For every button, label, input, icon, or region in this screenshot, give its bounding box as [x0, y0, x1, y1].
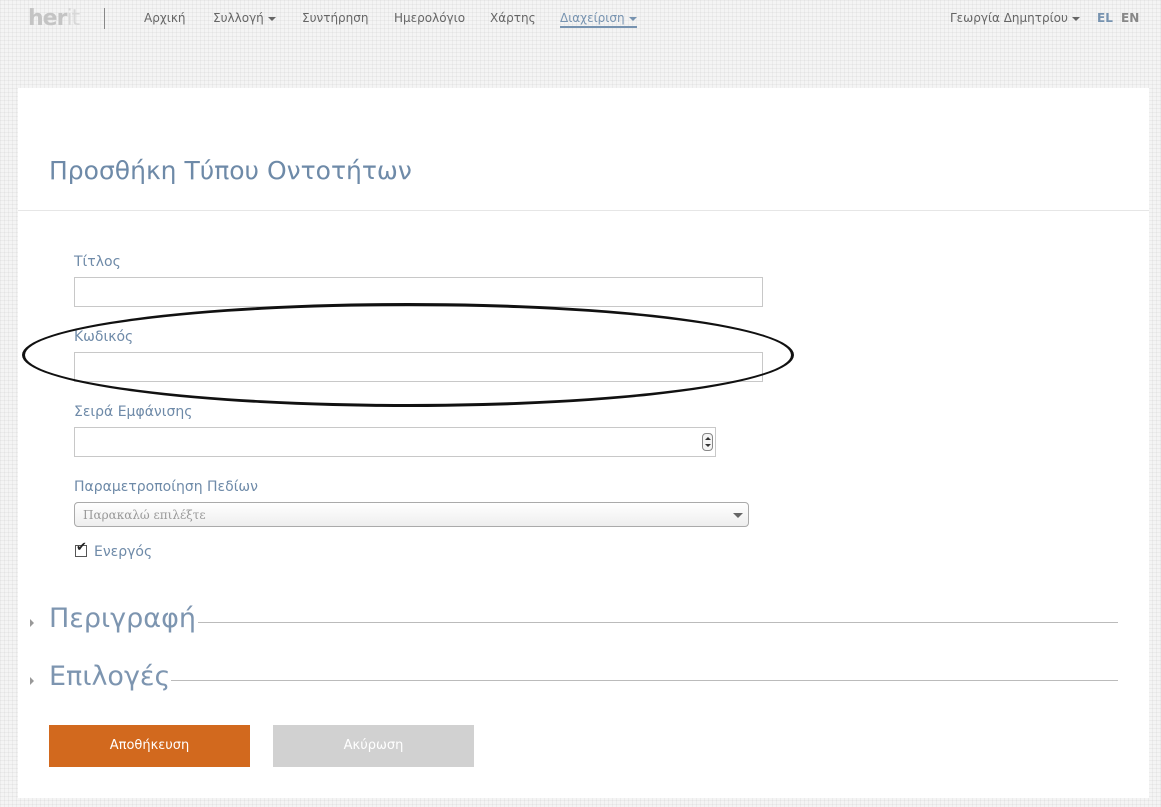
top-navbar: herit Αρχική Συλλογή Συντήρηση Ημερολόγι… [0, 0, 1161, 40]
caret-down-icon [628, 16, 637, 21]
spinner-down-icon[interactable] [705, 444, 711, 447]
section-description[interactable]: Περιγραφή [18, 601, 1149, 641]
language-el[interactable]: EL [1097, 11, 1113, 25]
spinner-up-icon[interactable] [705, 437, 711, 440]
active-checkbox[interactable]: ✔ [75, 541, 87, 557]
code-label: Κωδικός [74, 329, 134, 345]
code-input[interactable] [74, 352, 763, 382]
display-order-label: Σειρά Εμφάνισης [74, 404, 193, 420]
active-label: Ενεργός [94, 544, 153, 560]
section-options[interactable]: Επιλογές [18, 659, 1149, 699]
dropdown-arrow-icon [733, 513, 743, 518]
nav-item-collection[interactable]: Συλλογή [213, 11, 276, 25]
expand-triangle-icon[interactable] [30, 677, 34, 685]
nav-item-administration[interactable]: Διαχείριση [560, 11, 637, 28]
display-order-input[interactable] [74, 427, 716, 457]
select-placeholder: Παρακαλώ επιλέξτε [83, 508, 206, 522]
title-input[interactable] [74, 277, 763, 307]
number-spinner[interactable] [702, 433, 713, 451]
cancel-button[interactable]: Ακύρωση [273, 725, 474, 767]
fields-config-select[interactable]: Παρακαλώ επιλέξτε [74, 502, 749, 527]
main-panel: Προσθήκη Τύπου Οντοτήτων Τίτλος Κωδικός … [18, 88, 1149, 798]
nav-item-map[interactable]: Χάρτης [490, 11, 536, 25]
nav-item-home[interactable]: Αρχική [144, 11, 186, 25]
logo-divider [104, 8, 105, 29]
checkmark-icon: ✔ [76, 540, 87, 555]
section-options-title[interactable]: Επιλογές [49, 661, 171, 692]
herit-logo[interactable]: herit [28, 6, 80, 31]
title-divider [18, 210, 1149, 211]
page-title: Προσθήκη Τύπου Οντοτήτων [49, 156, 412, 185]
section-divider [198, 622, 1118, 623]
expand-triangle-icon[interactable] [30, 619, 34, 627]
user-menu[interactable]: Γεωργία Δημητρίου [950, 11, 1080, 25]
title-label: Τίτλος [74, 254, 121, 270]
caret-down-icon [267, 16, 276, 21]
section-divider [171, 680, 1118, 681]
nav-item-conservation[interactable]: Συντήρηση [302, 11, 369, 25]
section-description-title[interactable]: Περιγραφή [49, 603, 197, 634]
save-button[interactable]: Αποθήκευση [49, 725, 250, 767]
fields-config-label: Παραμετροποίηση Πεδίων [74, 479, 258, 495]
nav-item-calendar[interactable]: Ημερολόγιο [394, 11, 465, 25]
language-en[interactable]: EN [1121, 11, 1139, 25]
caret-down-icon [1071, 16, 1080, 21]
